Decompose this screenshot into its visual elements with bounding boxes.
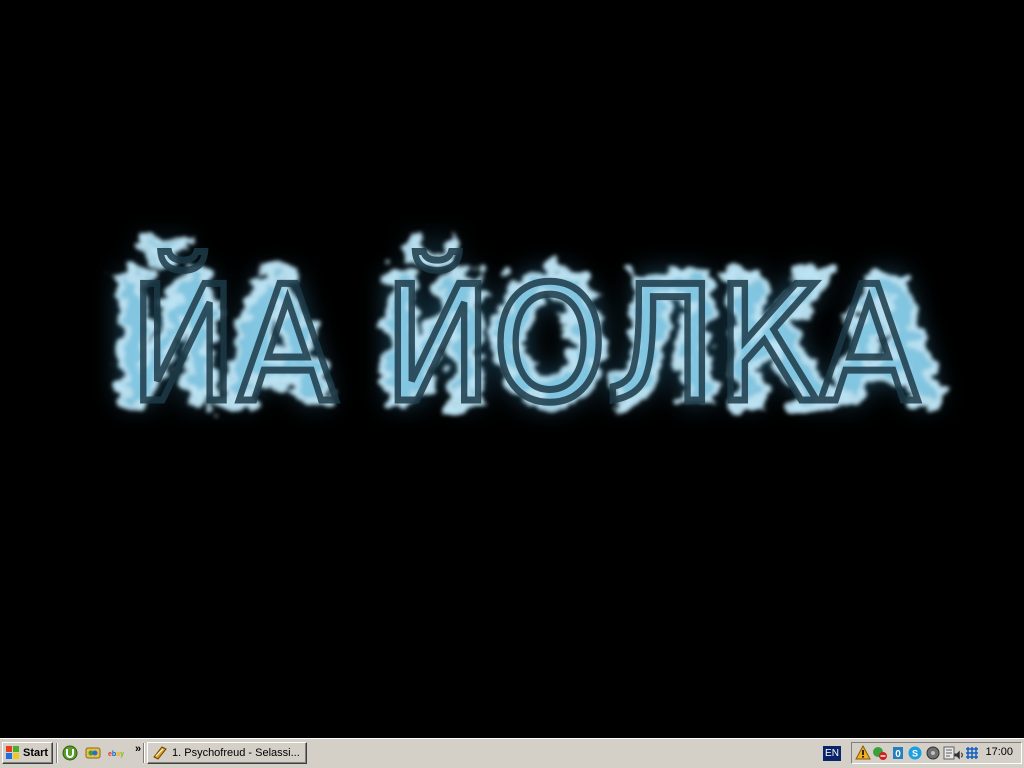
task-button-winamp[interactable]: 1. Psychofreud - Selassi... [147, 742, 307, 764]
taskbar: Start ebay » 1. Psychofreud - Selassi...… [0, 738, 1024, 768]
clock[interactable]: 17:00 [985, 746, 1013, 758]
network-grid-icon[interactable] [964, 745, 980, 761]
security-icon[interactable] [872, 745, 888, 761]
ebay-icon[interactable]: ebay [108, 745, 124, 761]
skype-icon[interactable]: S [907, 745, 923, 761]
windows-logo-icon [6, 746, 19, 759]
wallpaper-text: ЙА ЙОЛКА [129, 251, 919, 438]
wallpaper-image: ЙА ЙОЛКА ЙА ЙОЛКА ЙА ЙОЛКА ЙА ЙОЛКА [104, 234, 944, 449]
start-label: Start [23, 747, 49, 759]
desktop[interactable]: ЙА ЙОЛКА ЙА ЙОЛКА ЙА ЙОЛКА ЙА ЙОЛКА [0, 0, 1024, 738]
winamp-icon [153, 746, 167, 760]
svg-text:ebay: ebay [108, 751, 124, 758]
network-icon[interactable] [925, 745, 941, 761]
system-tray: 0 S 17:00 [851, 742, 1022, 764]
taskbar-separator [143, 743, 145, 763]
messenger-icon[interactable] [85, 745, 101, 761]
language-indicator[interactable]: EN [823, 746, 841, 761]
start-button[interactable]: Start [2, 742, 53, 764]
svg-text:0: 0 [895, 749, 901, 760]
utorrent-icon[interactable] [62, 745, 78, 761]
quick-launch-chevron[interactable]: » [135, 743, 141, 755]
svg-text:S: S [912, 749, 918, 759]
antivirus-icon[interactable]: 0 [890, 745, 906, 761]
warning-icon[interactable] [855, 745, 871, 761]
taskbar-separator [56, 743, 58, 763]
task-button-label: 1. Psychofreud - Selassi... [172, 747, 300, 759]
